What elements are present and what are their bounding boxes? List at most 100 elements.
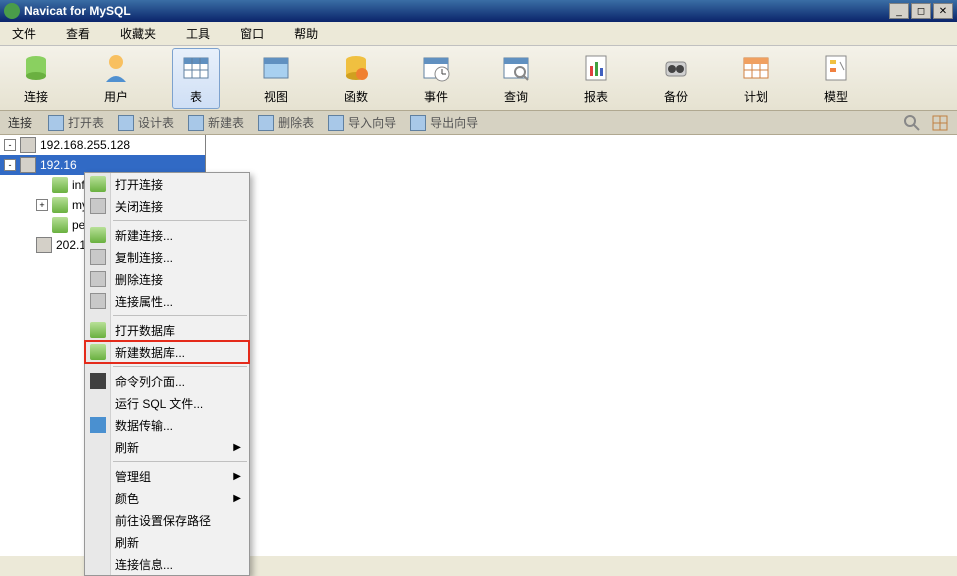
toolbar-label: 备份 bbox=[664, 88, 688, 105]
context-label: 刷新 bbox=[115, 534, 139, 551]
context-item-4[interactable]: 复制连接... bbox=[85, 246, 249, 268]
menu-2[interactable]: 收藏夹 bbox=[116, 23, 160, 44]
view-icon bbox=[260, 52, 292, 84]
context-icon bbox=[90, 249, 106, 265]
context-item-20[interactable]: 连接信息... bbox=[85, 553, 249, 575]
context-item-1[interactable]: 关闭连接 bbox=[85, 195, 249, 217]
subtool-icon bbox=[48, 115, 64, 131]
context-item-18[interactable]: 前往设置保存路径 bbox=[85, 509, 249, 531]
toolbar-report-button[interactable]: 报表 bbox=[572, 48, 620, 109]
toolbar-model-button[interactable]: 模型 bbox=[812, 48, 860, 109]
menu-4[interactable]: 窗口 bbox=[236, 23, 268, 44]
toolbar-label: 连接 bbox=[24, 88, 48, 105]
toolbar-view-button[interactable]: 视图 bbox=[252, 48, 300, 109]
toolbar-schedule-button[interactable]: 计划 bbox=[732, 48, 780, 109]
toolbar-user-button[interactable]: 用户 bbox=[92, 48, 140, 109]
subtool-3[interactable]: 删除表 bbox=[258, 114, 314, 131]
toolbar-label: 表 bbox=[190, 88, 202, 105]
context-item-5[interactable]: 删除连接 bbox=[85, 268, 249, 290]
minimize-button[interactable]: _ bbox=[889, 3, 909, 19]
context-label: 关闭连接 bbox=[115, 198, 163, 215]
context-item-0[interactable]: 打开连接 bbox=[85, 173, 249, 195]
context-item-12[interactable]: 运行 SQL 文件... bbox=[85, 392, 249, 414]
menu-3[interactable]: 工具 bbox=[182, 23, 214, 44]
connection-icon bbox=[20, 52, 52, 84]
database-icon bbox=[52, 177, 68, 193]
toolbar-connection-button[interactable]: 连接 bbox=[12, 48, 60, 109]
database-icon bbox=[52, 217, 68, 233]
schedule-icon bbox=[740, 52, 772, 84]
tree-item-0[interactable]: - 192.168.255.128 bbox=[0, 135, 205, 155]
context-label: 打开连接 bbox=[115, 176, 163, 193]
restore-button[interactable]: ◻ bbox=[911, 3, 931, 19]
subtool-2[interactable]: 新建表 bbox=[188, 114, 244, 131]
tree-label: 192.16 bbox=[40, 158, 77, 172]
subtool-label: 导入向导 bbox=[348, 114, 396, 131]
context-item-11[interactable]: 命令列介面... bbox=[85, 370, 249, 392]
subtool-label: 打开表 bbox=[68, 114, 104, 131]
context-item-6[interactable]: 连接属性... bbox=[85, 290, 249, 312]
close-button[interactable]: ✕ bbox=[933, 3, 953, 19]
toolbar-label: 用户 bbox=[104, 88, 128, 105]
context-label: 复制连接... bbox=[115, 249, 173, 266]
expander-icon[interactable]: - bbox=[4, 159, 16, 171]
subtool-label: 导出向导 bbox=[430, 114, 478, 131]
context-item-3[interactable]: 新建连接... bbox=[85, 224, 249, 246]
toolbar-label: 查询 bbox=[504, 88, 528, 105]
subtool-4[interactable]: 导入向导 bbox=[328, 114, 396, 131]
titlebar: Navicat for MySQL _ ◻ ✕ bbox=[0, 0, 957, 22]
context-label: 连接属性... bbox=[115, 293, 173, 310]
subtool-0[interactable]: 打开表 bbox=[48, 114, 104, 131]
context-icon bbox=[90, 227, 106, 243]
menu-1[interactable]: 查看 bbox=[62, 23, 94, 44]
context-label: 前往设置保存路径 bbox=[115, 512, 211, 529]
backup-icon bbox=[660, 52, 692, 84]
app-title: Navicat for MySQL bbox=[24, 4, 889, 18]
context-item-16[interactable]: 管理组▶ bbox=[85, 465, 249, 487]
subtool-icon bbox=[258, 115, 274, 131]
context-label: 数据传输... bbox=[115, 417, 173, 434]
toolbar-backup-button[interactable]: 备份 bbox=[652, 48, 700, 109]
context-item-8[interactable]: 打开数据库 bbox=[85, 319, 249, 341]
context-label: 命令列介面... bbox=[115, 373, 185, 390]
event-icon bbox=[420, 52, 452, 84]
sub-toolbar-label: 连接 bbox=[8, 114, 32, 131]
window-buttons: _ ◻ ✕ bbox=[889, 3, 953, 19]
subtool-5[interactable]: 导出向导 bbox=[410, 114, 478, 131]
tree-label: 192.168.255.128 bbox=[40, 138, 130, 152]
search-icon[interactable] bbox=[903, 114, 921, 132]
context-item-19[interactable]: 刷新 bbox=[85, 531, 249, 553]
context-icon bbox=[90, 373, 106, 389]
subtool-1[interactable]: 设计表 bbox=[118, 114, 174, 131]
context-separator bbox=[113, 366, 247, 367]
expander-icon[interactable]: - bbox=[4, 139, 16, 151]
context-icon bbox=[90, 198, 106, 214]
sub-toolbar-right bbox=[903, 114, 949, 132]
expander-icon[interactable]: + bbox=[36, 199, 48, 211]
host-icon bbox=[36, 237, 52, 253]
toolbar-label: 模型 bbox=[824, 88, 848, 105]
toolbar-table-button[interactable]: 表 bbox=[172, 48, 220, 109]
context-label: 新建数据库... bbox=[115, 344, 185, 361]
tree-label: inf bbox=[72, 178, 85, 192]
context-icon bbox=[90, 293, 106, 309]
context-item-14[interactable]: 刷新▶ bbox=[85, 436, 249, 458]
toolbar-function-button[interactable]: 函数 bbox=[332, 48, 380, 109]
host-icon bbox=[20, 137, 36, 153]
subtool-icon bbox=[328, 115, 344, 131]
content-area bbox=[206, 135, 957, 556]
menu-5[interactable]: 帮助 bbox=[290, 23, 322, 44]
context-separator bbox=[113, 461, 247, 462]
context-item-9[interactable]: 新建数据库... bbox=[85, 341, 249, 363]
grid-icon[interactable] bbox=[931, 114, 949, 132]
toolbar-query-button[interactable]: 查询 bbox=[492, 48, 540, 109]
app-icon bbox=[4, 3, 20, 19]
context-item-17[interactable]: 颜色▶ bbox=[85, 487, 249, 509]
context-label: 颜色 bbox=[115, 490, 139, 507]
subtool-label: 设计表 bbox=[138, 114, 174, 131]
menu-0[interactable]: 文件 bbox=[8, 23, 40, 44]
context-item-13[interactable]: 数据传输... bbox=[85, 414, 249, 436]
user-icon bbox=[100, 52, 132, 84]
toolbar-event-button[interactable]: 事件 bbox=[412, 48, 460, 109]
context-label: 刷新 bbox=[115, 439, 139, 456]
